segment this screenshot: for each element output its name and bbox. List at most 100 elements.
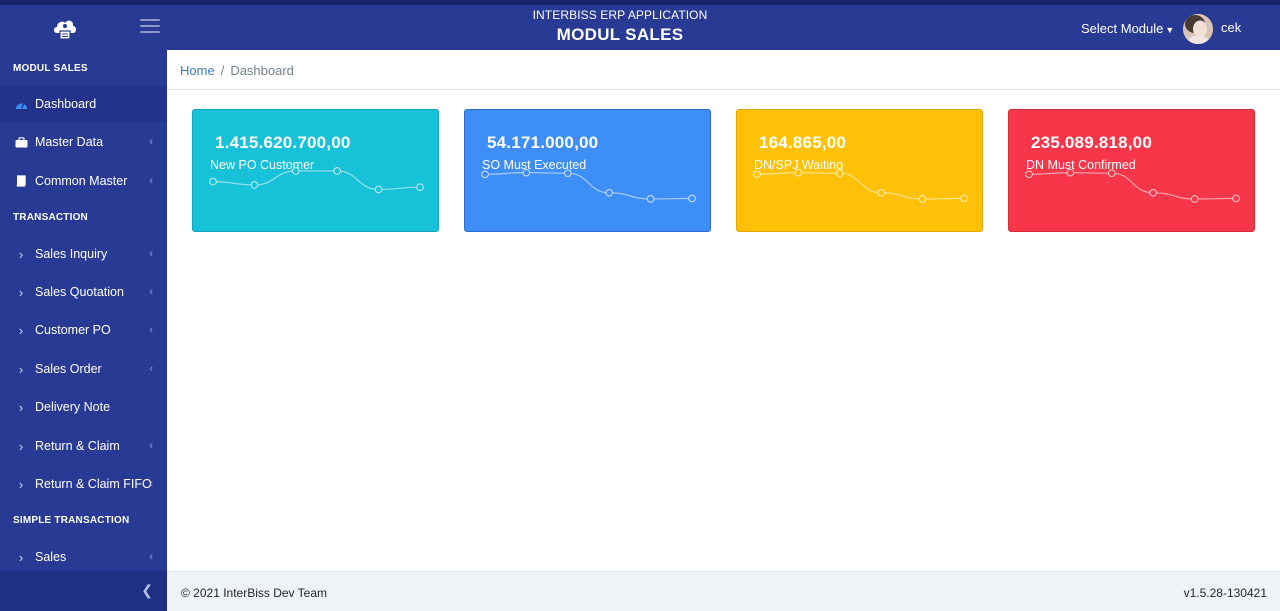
chevron-left-icon: ‹ (149, 248, 153, 260)
sparkline-point (1190, 195, 1199, 203)
sparkline-point (1025, 170, 1033, 179)
sparkline (753, 168, 968, 203)
sparkline-point (250, 181, 259, 189)
app-header: INTERBISS ERP APPLICATION MODUL SALES Se… (0, 5, 1280, 50)
chevron-right-icon: › (18, 399, 24, 415)
sparkline-point (564, 169, 572, 177)
app-title: INTERBISS ERP APPLICATION (532, 8, 708, 22)
breadcrumb-home-link[interactable]: Home (180, 63, 215, 78)
sidebar-item-label: Dashboard (35, 97, 97, 111)
sidebar-item-common-master[interactable]: Common Master ‹ (0, 163, 167, 199)
sidebar-item-label: Common Master (35, 174, 128, 188)
sidebar-item-label: Return & Claim (35, 439, 120, 453)
sidebar-item-master-data[interactable]: Master Data ‹ (0, 124, 167, 160)
cloud-logo-icon (54, 20, 76, 40)
sparkline-point (1232, 194, 1240, 203)
chevron-right-icon: › (18, 476, 24, 492)
briefcase-icon (14, 136, 28, 148)
speedometer-icon (14, 99, 28, 110)
sidebar-section-simple-transaction: SIMPLE TRANSACTION (13, 515, 130, 526)
sidebar-item-sales-quotation[interactable]: › Sales Quotation ‹ (0, 274, 167, 310)
brand-logo[interactable] (0, 5, 130, 50)
chevron-left-icon: ‹ (149, 175, 153, 187)
chevron-right-icon: › (18, 246, 24, 262)
chevron-right-icon: › (18, 438, 24, 454)
chevron-left-icon: ‹ (149, 136, 153, 148)
sparkline-point (918, 195, 927, 203)
sidebar-item-label: Customer PO (35, 323, 111, 337)
sparkline-point (374, 185, 383, 194)
chevron-left-icon: ‹ (149, 440, 153, 452)
stat-value: 235.089.818,00 (1031, 133, 1152, 152)
sparkline-point (1108, 169, 1116, 177)
sparkline-point (877, 189, 885, 197)
caret-down-icon: ▼ (1165, 25, 1175, 35)
stat-card-so-must-executed[interactable]: 54.171.000,00 SO Must Executed (464, 109, 711, 232)
sidebar-item-label: Return & Claim FIFO (35, 477, 152, 491)
sidebar-item-return-claim[interactable]: › Return & Claim ‹ (0, 428, 167, 464)
sidebar-item-label: Sales Order (35, 362, 102, 376)
sparkline-point (209, 177, 217, 186)
chevron-left-icon: ‹ (149, 478, 153, 490)
breadcrumb-separator: / (220, 63, 225, 78)
sparkline-point (605, 189, 613, 197)
chevron-left-icon: ‹ (149, 286, 153, 298)
sidebar-item-sales[interactable]: › Sales ‹ (0, 539, 167, 575)
stat-value: 1.415.620.700,00 (215, 133, 351, 152)
avatar[interactable] (1183, 14, 1213, 44)
chevron-right-icon: › (18, 322, 24, 338)
sparkline (1025, 168, 1240, 203)
chevron-left-icon: ‹ (149, 324, 153, 336)
sidebar-item-label: Master Data (35, 135, 104, 149)
chevron-right-icon: › (18, 549, 24, 565)
sidebar-item-sales-order[interactable]: › Sales Order ‹ (0, 351, 167, 387)
sparkline (209, 167, 424, 194)
select-module-dropdown[interactable]: Select Module ▼ (1081, 21, 1174, 36)
sparkline-point (960, 194, 968, 203)
sparkline-point (481, 170, 489, 179)
chevron-right-icon: › (18, 361, 24, 377)
sparkline (481, 168, 696, 203)
stat-card-dn-spj-waiting[interactable]: 164.865,00 DN/SPJ Waiting (736, 109, 983, 232)
breadcrumb-current: Dashboard (230, 63, 294, 78)
sparkline-point (688, 194, 696, 203)
chevron-right-icon: › (18, 284, 24, 300)
user-name[interactable]: cek (1221, 20, 1241, 35)
book-icon (14, 175, 28, 187)
sparkline-point (333, 167, 341, 175)
sparkline-line (484, 172, 693, 200)
sparkline-point (836, 169, 844, 177)
sparkline-point (522, 168, 531, 177)
footer-copyright: © 2021 InterBiss Dev Team (181, 586, 328, 600)
sidebar-section-modul-sales: MODUL SALES (13, 63, 88, 74)
sidebar-item-label: Sales Inquiry (35, 247, 108, 261)
stat-card-dn-must-confirmed[interactable]: 235.089.818,00 DN Must Confirmed (1008, 109, 1255, 232)
sidebar-item-dashboard[interactable]: Dashboard (0, 86, 167, 122)
stat-card-new-po-customer[interactable]: 1.415.620.700,00 New PO Customer (192, 109, 439, 232)
sidebar-item-label: Sales Quotation (35, 285, 124, 299)
sidebar-item-return-claim-fifo[interactable]: › Return & Claim FIFO ‹ (0, 466, 167, 502)
footer: © 2021 InterBiss Dev Team v1.5.28-130421 (167, 571, 1280, 611)
breadcrumb: Home / Dashboard (167, 50, 1280, 90)
footer-version: v1.5.28-130421 (1183, 586, 1267, 600)
module-title: MODUL SALES (556, 25, 684, 44)
sparkline-point (416, 183, 424, 192)
sidebar-footer: ❮ (0, 571, 167, 611)
sparkline-point (1149, 189, 1157, 197)
sidebar-item-delivery-note[interactable]: › Delivery Note (0, 389, 167, 425)
sidebar-item-label: Sales (35, 550, 67, 564)
stat-value: 164.865,00 (759, 133, 847, 152)
sidebar-item-customer-po[interactable]: › Customer PO ‹ (0, 312, 167, 348)
sidebar-item-sales-inquiry[interactable]: › Sales Inquiry ‹ (0, 236, 167, 272)
collapse-sidebar-icon[interactable]: ❮ (141, 582, 153, 599)
sidebar-section-transaction: TRANSACTION (13, 212, 88, 223)
sparkline-line (212, 170, 421, 191)
sparkline-point (794, 168, 803, 177)
sparkline-point (1066, 168, 1075, 177)
hamburger-icon[interactable] (140, 19, 160, 37)
chevron-left-icon: ‹ (149, 551, 153, 563)
stat-value: 54.171.000,00 (487, 133, 599, 152)
sidebar: MODUL SALES Dashboard Master Data ‹ Comm… (0, 50, 167, 611)
sparkline-point (646, 195, 655, 203)
sparkline-point (753, 170, 761, 179)
